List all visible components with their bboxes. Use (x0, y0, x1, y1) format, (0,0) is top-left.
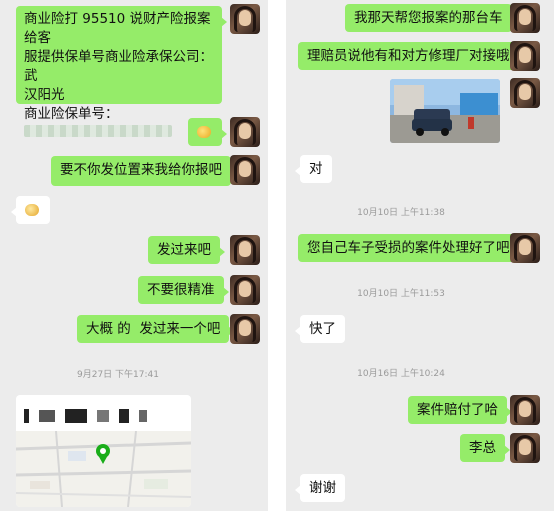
message-line: 服提供保单号商业险承保公司：武 (24, 49, 213, 84)
avatar[interactable] (510, 78, 540, 108)
message-text: 您自己车子受损的案件处理好了吧 (307, 240, 510, 256)
avatar[interactable] (230, 4, 260, 34)
message-line: 商业险保单号： (24, 106, 119, 122)
message-bubble[interactable]: 案件赔付了哈 (408, 396, 512, 424)
message-text: 发过来吧 (157, 242, 211, 258)
message-bubble[interactable]: 对 (295, 155, 332, 183)
timestamp: 10月10日 上午11:38 (357, 208, 445, 218)
message-text: 我那天帮您报案的那台车 (354, 10, 503, 26)
message-bubble-emoji[interactable] (188, 118, 227, 146)
message-text: 大概 的 发过来一个吧 (86, 321, 221, 337)
message-text: 谢谢 (309, 480, 336, 496)
message-bubble[interactable]: 不要很精准 (138, 276, 228, 304)
message-text: 李总 (469, 440, 496, 456)
right-chat-panel: 我那天帮您报案的那台车 理赔员说他有和对方修理厂对接哦 对 10月10日 上午1… (286, 0, 554, 511)
avatar[interactable] (230, 275, 260, 305)
map-thumbnail (16, 431, 191, 507)
timestamp: 10月16日 上午10:24 (357, 369, 445, 379)
avatar[interactable] (510, 3, 540, 33)
message-bubble[interactable]: 发过来吧 (148, 236, 225, 264)
message-line: 汉阳光 (24, 87, 65, 103)
timestamp: 10月10日 上午11:53 (357, 289, 445, 299)
message-bubble[interactable]: 您自己车子受损的案件处理好了吧 (298, 234, 523, 262)
avatar[interactable] (510, 395, 540, 425)
message-bubble[interactable]: 要不你发位置来我给你报吧 (51, 156, 236, 186)
message-text: 理赔员说他有和对方修理厂对接哦 (307, 48, 510, 64)
redacted-location-title (24, 405, 152, 424)
message-bubble[interactable]: 谢谢 (295, 474, 345, 502)
message-text: 不要很精准 (147, 282, 215, 298)
message-bubble-policy-info[interactable]: 商业险打 95510 说财产险报案给客 服提供保单号商业险承保公司：武 汉阳光 … (16, 6, 227, 137)
message-text: 快了 (309, 321, 336, 337)
left-chat-panel: 商业险打 95510 说财产险报案给客 服提供保单号商业险承保公司：武 汉阳光 … (0, 0, 268, 511)
redacted-policy-number (24, 124, 214, 143)
location-card[interactable] (16, 395, 191, 507)
handshake-emoji-icon (25, 204, 39, 216)
message-bubble[interactable]: 李总 (460, 434, 510, 462)
car-photo-image (390, 79, 500, 143)
message-bubble[interactable]: 快了 (295, 315, 345, 343)
avatar[interactable] (230, 314, 260, 344)
avatar[interactable] (230, 155, 260, 185)
message-text: 案件赔付了哈 (417, 402, 498, 418)
avatar[interactable] (510, 433, 540, 463)
message-bubble-handshake[interactable] (11, 196, 50, 224)
message-bubble[interactable]: 理赔员说他有和对方修理厂对接哦 (298, 42, 523, 70)
message-bubble[interactable]: 我那天帮您报案的那台车 (345, 4, 516, 32)
timestamp: 9月27日 下午17:41 (77, 370, 159, 380)
message-text: 对 (309, 161, 323, 177)
avatar[interactable] (230, 235, 260, 265)
message-line: 商业险打 95510 说财产险报案给客 (24, 11, 211, 46)
avatar[interactable] (510, 41, 540, 71)
car-photo[interactable] (390, 79, 500, 143)
avatar[interactable] (510, 233, 540, 263)
avatar[interactable] (230, 117, 260, 147)
message-text: 要不你发位置来我给你报吧 (60, 162, 222, 178)
smirk-emoji-icon (197, 126, 211, 138)
message-bubble[interactable]: 大概 的 发过来一个吧 (77, 315, 235, 343)
